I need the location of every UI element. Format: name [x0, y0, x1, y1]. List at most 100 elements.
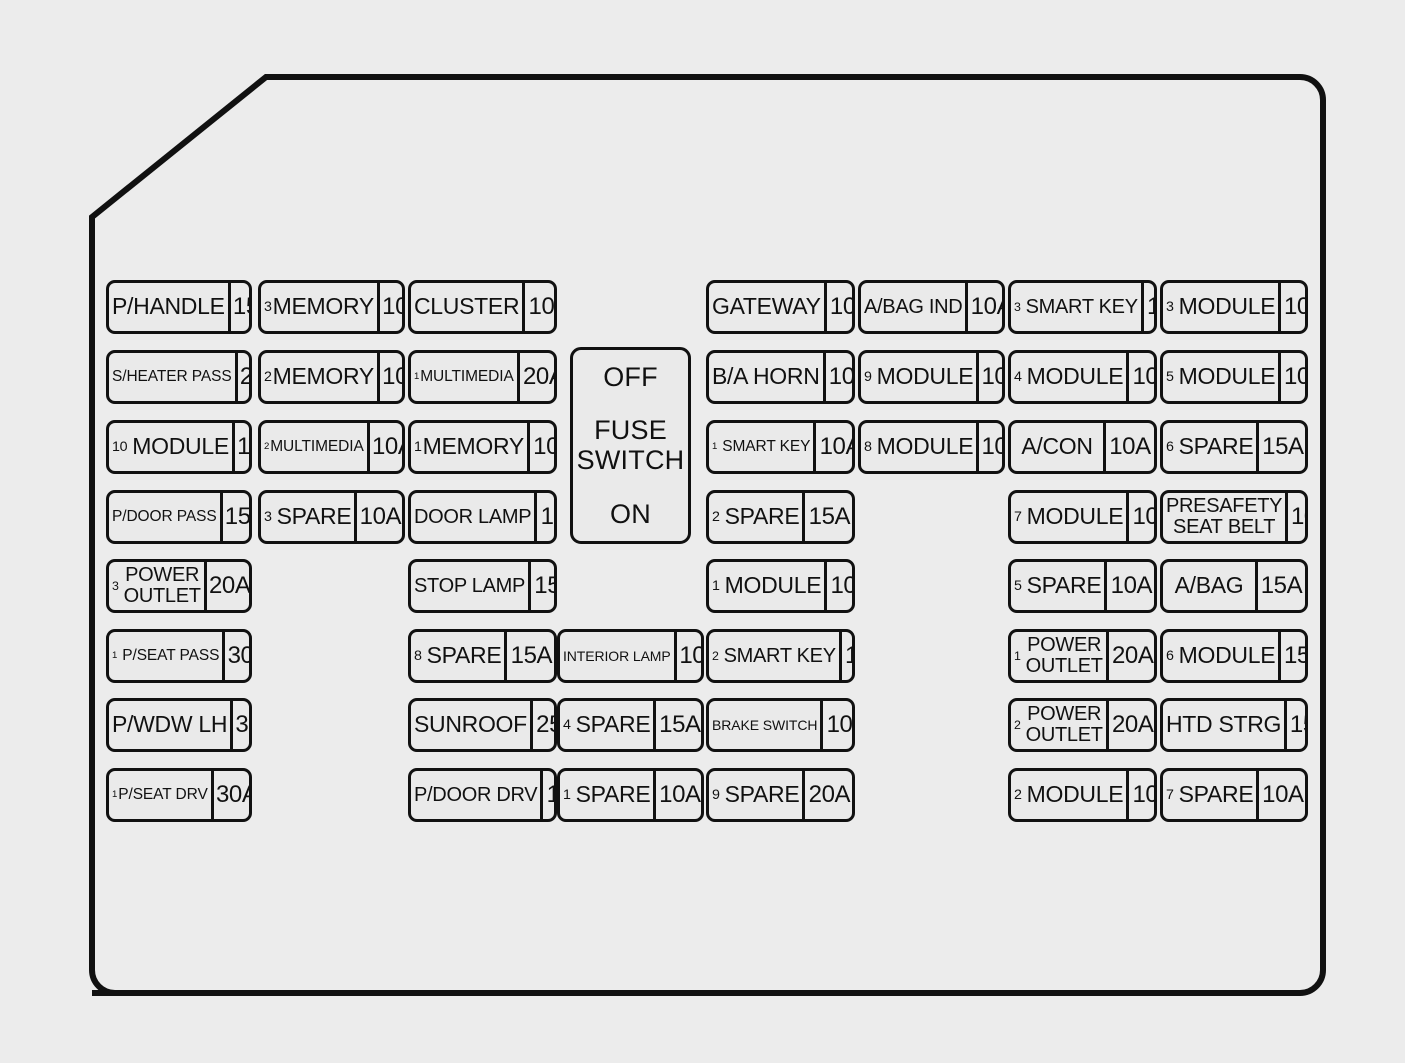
fuse-label-text: SUNROOF	[414, 711, 527, 738]
fuse-amperage: 10A	[970, 293, 1002, 320]
fuse-name: 1 P/SEAT DRV	[109, 771, 211, 819]
fuse-slot[interactable]: CLUSTER 10A	[408, 280, 557, 334]
fuse-slot[interactable]: PRESAFETYSEAT BELT 10A	[1160, 490, 1308, 544]
fuse-label-text: P/SEAT DRV	[118, 785, 208, 803]
fuse-amperage: 15A	[543, 771, 554, 819]
fuse-slot[interactable]: 1 SMART KEY 10A	[706, 420, 855, 474]
fuse-slot[interactable]: A/BAG IND 10A	[858, 280, 1005, 334]
fuse-slot[interactable]: 8MODULE10A	[858, 420, 1005, 474]
fuse-label-text: A/BAG IND	[864, 295, 963, 318]
fuse-slot[interactable]: 1P/SEAT DRV30A	[106, 768, 252, 822]
fuse-slot[interactable]: 1 P/SEAT PASS 30A	[106, 629, 252, 683]
fuse-slot[interactable]: 2 SMART KEY 15A	[706, 629, 855, 683]
fuse-name: 2 POWER OUTLET	[1011, 701, 1106, 749]
fuse-slot[interactable]: STOP LAMP 15A	[408, 559, 557, 613]
fuse-slot[interactable]: 2MODULE 10A	[1008, 768, 1157, 822]
fuse-label-text: PRESAFETY SEAT BELT	[1166, 495, 1283, 538]
fuse-index-superscript: 3	[264, 298, 272, 315]
fuse-switch-on-label: ON	[610, 499, 651, 530]
fuse-amperage: 10A	[382, 363, 402, 390]
fuse-slot[interactable]: HTD STRG 15A	[1160, 698, 1308, 752]
fuse-slot[interactable]: 3MODULE10A	[1160, 280, 1308, 334]
fuse-slot[interactable]: 1 SPARE 10A	[557, 768, 704, 822]
fuse-slot[interactable]: P/DOOR PASS 15A	[106, 490, 252, 544]
fuse-slot[interactable]: GATEWAY 10A	[706, 280, 855, 334]
fuse-amperage: 15A	[232, 293, 249, 320]
fuse-amperage: 10A	[1132, 363, 1154, 390]
fuse-slot[interactable]: 6 SPARE 15A	[1160, 420, 1308, 474]
fuse-amperage: 10A	[830, 572, 852, 599]
fuse-name: 1 POWER OUTLET	[1011, 632, 1106, 680]
fuse-slot[interactable]: SUNROOF 25A	[408, 698, 557, 752]
fuse-slot[interactable]: B/A HORN 10A	[706, 350, 855, 404]
fuse-slot[interactable]: 9MODULE10A	[858, 350, 1005, 404]
fuse-slot[interactable]: 10MODULE 10A	[106, 420, 252, 474]
fuse-name: B/A HORN	[709, 353, 823, 401]
fuse-slot[interactable]: P/WDW LH 30A	[106, 698, 252, 752]
fuse-name: 1 SPARE	[560, 771, 653, 819]
fuse-name: SUNROOF	[411, 701, 530, 749]
fuse-slot[interactable]: A/CON 10A	[1008, 420, 1157, 474]
fuse-name: GATEWAY	[709, 283, 824, 331]
fuse-label-text: MODULE	[1178, 293, 1276, 320]
fuse-slot[interactable]: S/HEATER PASS 20A	[106, 350, 252, 404]
fuse-slot[interactable]: 1MEMORY 10A	[408, 420, 557, 474]
fuse-label-text: B/A HORN	[712, 363, 820, 390]
fuse-slot[interactable]: 6MODULE15A	[1160, 629, 1308, 683]
fuse-slot[interactable]: 2 SPARE 15A	[706, 490, 855, 544]
fuse-index-superscript: 6	[1166, 438, 1174, 455]
fuse-label-text: P/DOOR PASS	[112, 507, 217, 525]
fuse-slot[interactable]: 3 SMART KEY 10A	[1008, 280, 1157, 334]
fuse-index-superscript: 9	[712, 786, 720, 803]
fuse-slot[interactable]: BRAKE SWITCH 10A	[706, 698, 855, 752]
fuse-label-text: MODULE	[876, 363, 974, 390]
fuse-slot[interactable]: 2MULTIMEDIA10A	[258, 420, 405, 474]
fuse-label-text: MODULE	[1178, 363, 1276, 390]
fuse-slot[interactable]: 1 POWER OUTLET 20A	[1008, 629, 1157, 683]
fuse-slot[interactable]: P/HANDLE 15A	[106, 280, 252, 334]
fuse-amperage: 15A	[659, 711, 701, 738]
fuse-name: 1 P/SEAT PASS	[109, 632, 222, 680]
fuse-slot[interactable]: 3 SPARE 10A	[258, 490, 405, 544]
fuse-slot[interactable]: DOOR LAMP 10A	[408, 490, 557, 544]
fuse-slot[interactable]: 1MULTIMEDIA20A	[408, 350, 557, 404]
fuse-name: 1 MODULE	[709, 562, 824, 610]
fuse-name: 5 SPARE	[1011, 562, 1104, 610]
fuse-name: 5 MODULE	[1163, 353, 1278, 401]
fuse-label-text: MEMORY	[272, 293, 375, 320]
fuse-name: 4 SPARE	[560, 701, 653, 749]
fuse-label-text: SPARE	[1026, 572, 1102, 599]
fuse-slot[interactable]: P/DOOR DRV 15A	[408, 768, 557, 822]
fuse-switch-block[interactable]: OFF FUSE SWITCH ON	[570, 347, 691, 544]
fuse-slot[interactable]: 5MODULE10A	[1160, 350, 1308, 404]
fuse-slot[interactable]: 7MODULE 10A	[1008, 490, 1157, 544]
fuse-slot[interactable]: 8 SPARE 15A	[408, 629, 557, 683]
fuse-name: P/DOOR PASS	[109, 493, 220, 541]
fuse-label-text: MODULE	[1178, 642, 1276, 669]
fuse-amperage: 10A	[819, 433, 852, 460]
fuse-slot[interactable]: 7 SPARE 10A	[1160, 768, 1308, 822]
fuse-slot[interactable]: 3MEMORY10A	[258, 280, 405, 334]
fuse-amperage: 30A	[235, 711, 249, 738]
fuse-slot[interactable]: 4 SPARE 15A	[557, 698, 704, 752]
fuse-slot[interactable]: 5 SPARE 10A	[1008, 559, 1157, 613]
fuse-slot[interactable]: INTERIOR LAMP 10A	[557, 629, 704, 683]
fuse-slot[interactable]: 9 SPARE 20A	[706, 768, 855, 822]
fuse-slot[interactable]: 2 POWER OUTLET 20A	[1008, 698, 1157, 752]
fuse-amperage: 20A	[1111, 642, 1154, 669]
fuse-index-superscript: 1	[712, 441, 718, 453]
fuse-index-superscript: 2	[712, 508, 720, 525]
fuse-name: INTERIOR LAMP	[560, 632, 674, 680]
fuse-slot[interactable]: 2MEMORY10A	[258, 350, 405, 404]
fuse-slot[interactable]: 4MODULE 10A	[1008, 350, 1157, 404]
fuse-label-text: SMART KEY	[722, 437, 811, 455]
fuse-index-superscript: 3	[1166, 298, 1174, 315]
fuse-slot[interactable]: 3 POWER OUTLET 20A	[106, 559, 252, 613]
fuse-label-text: SPARE	[575, 711, 651, 738]
fuse-amperage: 10A	[359, 503, 402, 530]
fuse-slot[interactable]: A/BAG 15A	[1160, 559, 1308, 613]
fuse-slot[interactable]: 1MODULE 10A	[706, 559, 855, 613]
fuse-amperage: 10A	[528, 293, 555, 320]
fuse-name: 4 MODULE	[1011, 353, 1126, 401]
fuse-switch-off-label: OFF	[603, 361, 658, 392]
